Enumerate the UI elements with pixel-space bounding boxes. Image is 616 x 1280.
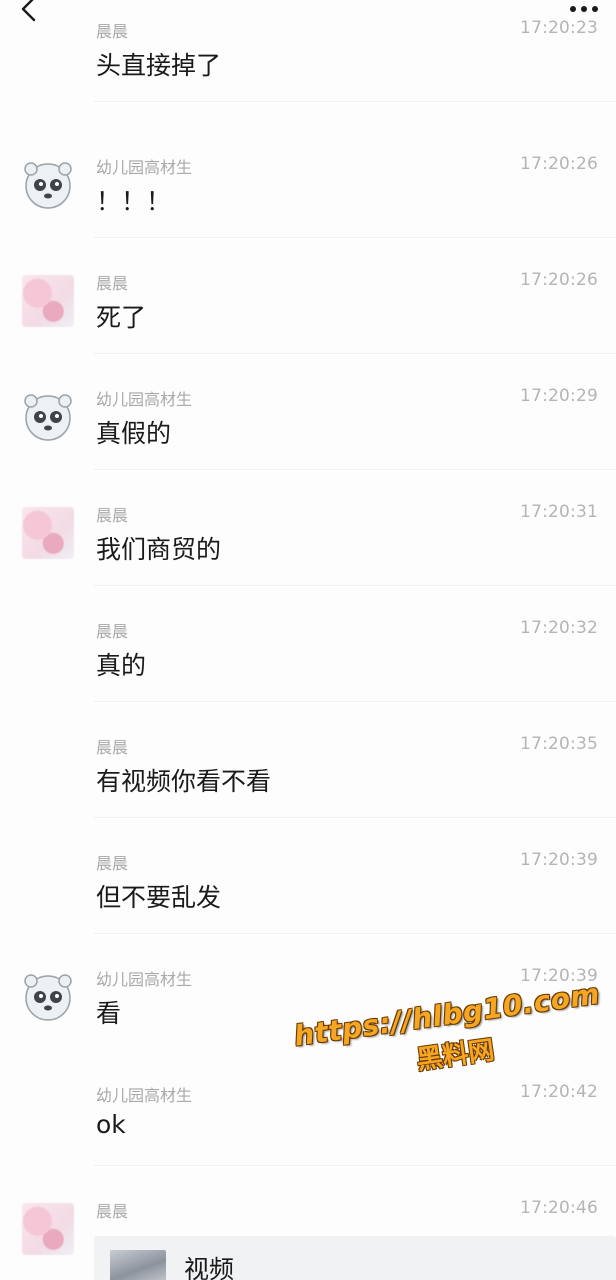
- sender-name: 晨晨: [96, 1202, 129, 1221]
- message-text: 有视频你看不看: [96, 767, 272, 796]
- timestamp: 17:20:39: [520, 850, 598, 870]
- panda-avatar-icon: [24, 974, 72, 1021]
- sender-name: 幼儿园高材生: [96, 1086, 193, 1105]
- message-text: 真的: [96, 651, 147, 680]
- panda-avatar[interactable]: [22, 391, 74, 443]
- message-text: 但不要乱发: [96, 883, 222, 912]
- timestamp: 17:20:32: [520, 618, 598, 638]
- panda-avatar-icon: [24, 394, 72, 441]
- sender-name: 晨晨: [96, 622, 129, 641]
- message-item[interactable]: 晨晨 17:20:31 我们商贸的: [0, 470, 616, 586]
- message-item[interactable]: 幼儿园高材生 17:20:26 ！！！: [0, 122, 616, 238]
- video-thumbnail: [110, 1250, 166, 1280]
- message-text: 看: [96, 999, 122, 1028]
- chat-screen: 晨晨 17:20:23 头直接掉了 幼儿园高材生 17:20:26 ！！！ 晨晨: [0, 0, 616, 1280]
- video-message-card[interactable]: 视频: [94, 1236, 616, 1280]
- sender-name: 晨晨: [96, 22, 129, 41]
- message-text: 真假的: [96, 419, 172, 448]
- timestamp: 17:20:31: [520, 502, 598, 522]
- message-item[interactable]: 晨晨 17:20:39 但不要乱发: [0, 818, 616, 934]
- timestamp: 17:20:29: [520, 386, 598, 406]
- panda-avatar-icon: [24, 162, 72, 209]
- message-text: 头直接掉了: [96, 51, 222, 80]
- timestamp: 17:20:35: [520, 734, 598, 754]
- message-text: 我们商贸的: [96, 535, 222, 564]
- timestamp: 17:20:23: [520, 18, 598, 38]
- sender-name: 幼儿园高材生: [96, 390, 193, 409]
- message-text: 死了: [96, 303, 147, 332]
- sender-name: 幼儿园高材生: [96, 158, 193, 177]
- sender-name: 晨晨: [96, 738, 129, 757]
- pink-avatar[interactable]: [22, 1203, 74, 1255]
- sender-name: 幼儿园高材生: [96, 970, 193, 989]
- timestamp: 17:20:46: [520, 1198, 598, 1218]
- message-item[interactable]: 晨晨 17:20:26 死了: [0, 238, 616, 354]
- sender-name: 晨晨: [96, 506, 129, 525]
- pink-avatar[interactable]: [22, 275, 74, 327]
- timestamp: 17:20:26: [520, 270, 598, 290]
- pink-avatar[interactable]: [22, 507, 74, 559]
- message-text: ok: [96, 1110, 126, 1139]
- message-text: ！！！: [96, 187, 172, 216]
- message-item[interactable]: 晨晨 17:20:23 头直接掉了: [0, 0, 616, 102]
- divider: [94, 101, 616, 102]
- timestamp: 17:20:26: [520, 154, 598, 174]
- message-item[interactable]: 幼儿园高材生 17:20:29 真假的: [0, 354, 616, 470]
- video-label: 视频: [184, 1255, 235, 1280]
- message-item[interactable]: 晨晨 17:20:35 有视频你看不看: [0, 702, 616, 818]
- panda-avatar[interactable]: [22, 159, 74, 211]
- sender-name: 晨晨: [96, 854, 129, 873]
- message-item[interactable]: 晨晨 17:20:32 真的: [0, 586, 616, 702]
- panda-avatar[interactable]: [22, 971, 74, 1023]
- sender-name: 晨晨: [96, 274, 129, 293]
